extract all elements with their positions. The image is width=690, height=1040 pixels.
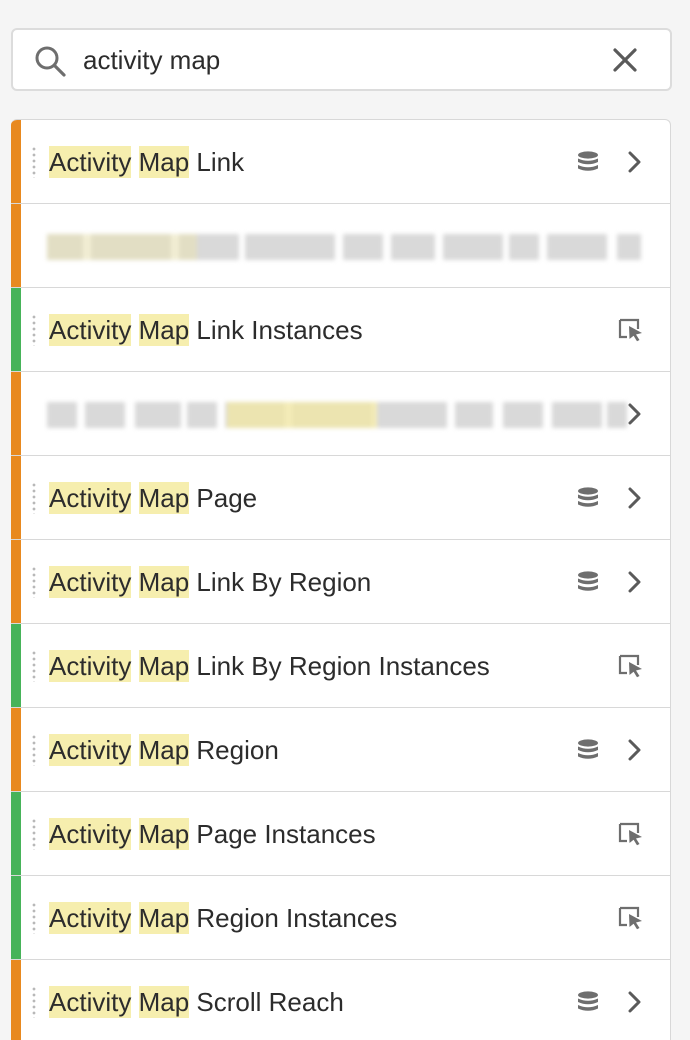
search-match-highlight: Activity xyxy=(49,482,132,514)
drag-handle-icon[interactable] xyxy=(32,986,36,1018)
list-item[interactable]: Activity Map Link xyxy=(11,119,671,204)
dimension-type-indicator xyxy=(11,120,21,203)
search-match-highlight: Map xyxy=(138,818,190,850)
drag-handle-icon[interactable] xyxy=(32,314,36,346)
drag-handle-icon[interactable] xyxy=(32,650,36,682)
item-label-rest: Link By Region xyxy=(196,567,372,597)
search-input[interactable] xyxy=(83,38,583,82)
list-item[interactable]: Activity Map Page xyxy=(11,456,671,540)
list-item-redacted[interactable] xyxy=(11,372,671,456)
chevron-right-icon[interactable] xyxy=(627,990,643,1014)
metric-type-indicator xyxy=(11,288,21,371)
item-label-rest: Page Instances xyxy=(196,819,376,849)
drag-handle-icon[interactable] xyxy=(32,146,36,178)
search-match-highlight: Map xyxy=(138,902,190,934)
component-results-list: Activity Map Link Activity Map Link Inst… xyxy=(11,119,672,1040)
item-label-rest: Page xyxy=(196,483,258,513)
item-label: Activity Map Page xyxy=(49,478,257,518)
search-match-highlight: Map xyxy=(138,986,190,1018)
search-match-highlight: Activity xyxy=(49,566,132,598)
chevron-right-icon[interactable] xyxy=(627,486,643,510)
database-icon xyxy=(578,487,598,507)
list-item[interactable]: Activity Map Scroll Reach xyxy=(11,960,671,1040)
dimension-type-indicator xyxy=(11,960,21,1040)
search-match-highlight: Activity xyxy=(49,146,132,178)
search-match-highlight: Activity xyxy=(49,986,132,1018)
item-label-rest: Scroll Reach xyxy=(196,987,344,1017)
item-label-rest: Link xyxy=(196,147,245,177)
dimension-type-indicator xyxy=(11,372,21,455)
search-match-highlight: Activity xyxy=(49,314,132,346)
search-match-highlight: Activity xyxy=(49,734,132,766)
item-label: Activity Map Region xyxy=(49,730,279,770)
search-match-highlight: Activity xyxy=(49,818,132,850)
instances-cursor-icon xyxy=(618,906,642,930)
list-item[interactable]: Activity Map Region xyxy=(11,708,671,792)
search-match-highlight: Map xyxy=(138,146,190,178)
search-match-highlight: Map xyxy=(138,566,190,598)
dimension-type-indicator xyxy=(11,708,21,791)
item-label-rest: Region Instances xyxy=(196,903,398,933)
list-item[interactable]: Activity Map Link Instances xyxy=(11,288,671,372)
search-icon xyxy=(35,46,66,77)
item-label-rest: Region xyxy=(196,735,279,765)
search-match-highlight: Map xyxy=(138,734,190,766)
list-item[interactable]: Activity Map Region Instances xyxy=(11,876,671,960)
chevron-right-icon[interactable] xyxy=(627,402,643,426)
database-icon xyxy=(578,571,598,591)
chevron-right-icon[interactable] xyxy=(627,738,643,762)
previous-content-fragment xyxy=(0,0,690,4)
list-item-redacted[interactable] xyxy=(11,204,671,288)
instances-cursor-icon xyxy=(618,822,642,846)
database-icon xyxy=(578,991,598,1011)
drag-handle-icon[interactable] xyxy=(32,734,36,766)
search-match-highlight: Map xyxy=(138,650,190,682)
item-label: Activity Map Link xyxy=(49,142,244,182)
item-label-rest: Link By Region Instances xyxy=(196,651,490,681)
drag-handle-icon[interactable] xyxy=(32,482,36,514)
drag-handle-icon[interactable] xyxy=(32,818,36,850)
redacted-content xyxy=(47,402,660,428)
item-label: Activity Map Link By Region xyxy=(49,562,371,602)
list-item[interactable]: Activity Map Page Instances xyxy=(11,792,671,876)
item-label-rest: Link Instances xyxy=(196,315,363,345)
search-match-highlight: Map xyxy=(138,314,190,346)
database-icon xyxy=(578,151,598,171)
drag-handle-icon[interactable] xyxy=(32,566,36,598)
item-label: Activity Map Scroll Reach xyxy=(49,982,344,1022)
item-label: Activity Map Page Instances xyxy=(49,814,376,854)
close-icon[interactable] xyxy=(612,47,638,73)
chevron-right-icon[interactable] xyxy=(627,150,643,174)
search-match-highlight: Activity xyxy=(49,650,132,682)
dimension-type-indicator xyxy=(11,540,21,623)
instances-cursor-icon xyxy=(618,654,642,678)
dimension-type-indicator xyxy=(11,456,21,539)
instances-cursor-icon xyxy=(618,318,642,342)
search-field[interactable] xyxy=(11,28,672,91)
item-label: Activity Map Link By Region Instances xyxy=(49,646,490,686)
metric-type-indicator xyxy=(11,624,21,707)
list-item[interactable]: Activity Map Link By Region xyxy=(11,540,671,624)
item-label: Activity Map Region Instances xyxy=(49,898,397,938)
dimension-type-indicator xyxy=(11,204,21,287)
item-label: Activity Map Link Instances xyxy=(49,310,363,350)
metric-type-indicator xyxy=(11,792,21,875)
list-item[interactable]: Activity Map Link By Region Instances xyxy=(11,624,671,708)
drag-handle-icon[interactable] xyxy=(32,902,36,934)
database-icon xyxy=(578,739,598,759)
search-match-highlight: Activity xyxy=(49,902,132,934)
redacted-content xyxy=(47,234,660,260)
search-match-highlight: Map xyxy=(138,482,190,514)
chevron-right-icon[interactable] xyxy=(627,570,643,594)
metric-type-indicator xyxy=(11,876,21,959)
